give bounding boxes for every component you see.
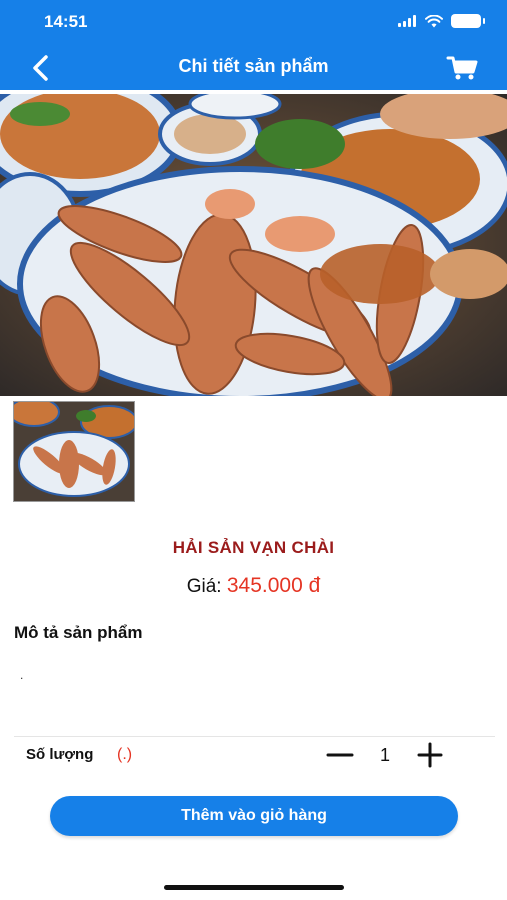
price-row: Giá: 345.000 đ — [0, 574, 507, 598]
minus-icon — [326, 753, 354, 757]
add-to-cart-button[interactable]: Thêm vào giỏ hàng — [50, 796, 458, 836]
quantity-decrease-button[interactable] — [325, 740, 355, 770]
product-thumbnail[interactable] — [13, 401, 135, 502]
cart-icon — [446, 56, 478, 80]
quantity-label: Số lượng — [26, 746, 94, 763]
app-header: 14:51 Chi tiết sản phẩm — [0, 0, 507, 90]
description-text: . — [20, 668, 24, 682]
status-icons — [398, 14, 485, 28]
quantity-row: Số lượng (.) 1 — [0, 738, 507, 774]
home-indicator — [164, 885, 344, 890]
description-title: Mô tả sản phẩm — [14, 623, 143, 642]
divider — [14, 736, 495, 737]
price-label: Giá: — [186, 576, 222, 597]
product-name: HẢI SẢN VẠN CHÀI — [172, 538, 335, 557]
wifi-icon — [425, 14, 443, 27]
quantity-increase-button[interactable] — [415, 740, 445, 770]
product-main-image — [0, 94, 507, 396]
signal-icon — [398, 15, 416, 27]
page-title: Chi tiết sản phẩm — [178, 56, 329, 76]
price-value: 345.000 đ — [226, 574, 321, 597]
status-time: 14:51 — [44, 12, 88, 31]
status-bar: 14:51 — [0, 0, 507, 44]
quantity-note: (.) — [117, 746, 133, 763]
plus-icon — [417, 742, 443, 768]
quantity-value: 1 — [379, 745, 390, 765]
cart-button[interactable] — [443, 50, 483, 84]
battery-icon — [451, 14, 485, 28]
